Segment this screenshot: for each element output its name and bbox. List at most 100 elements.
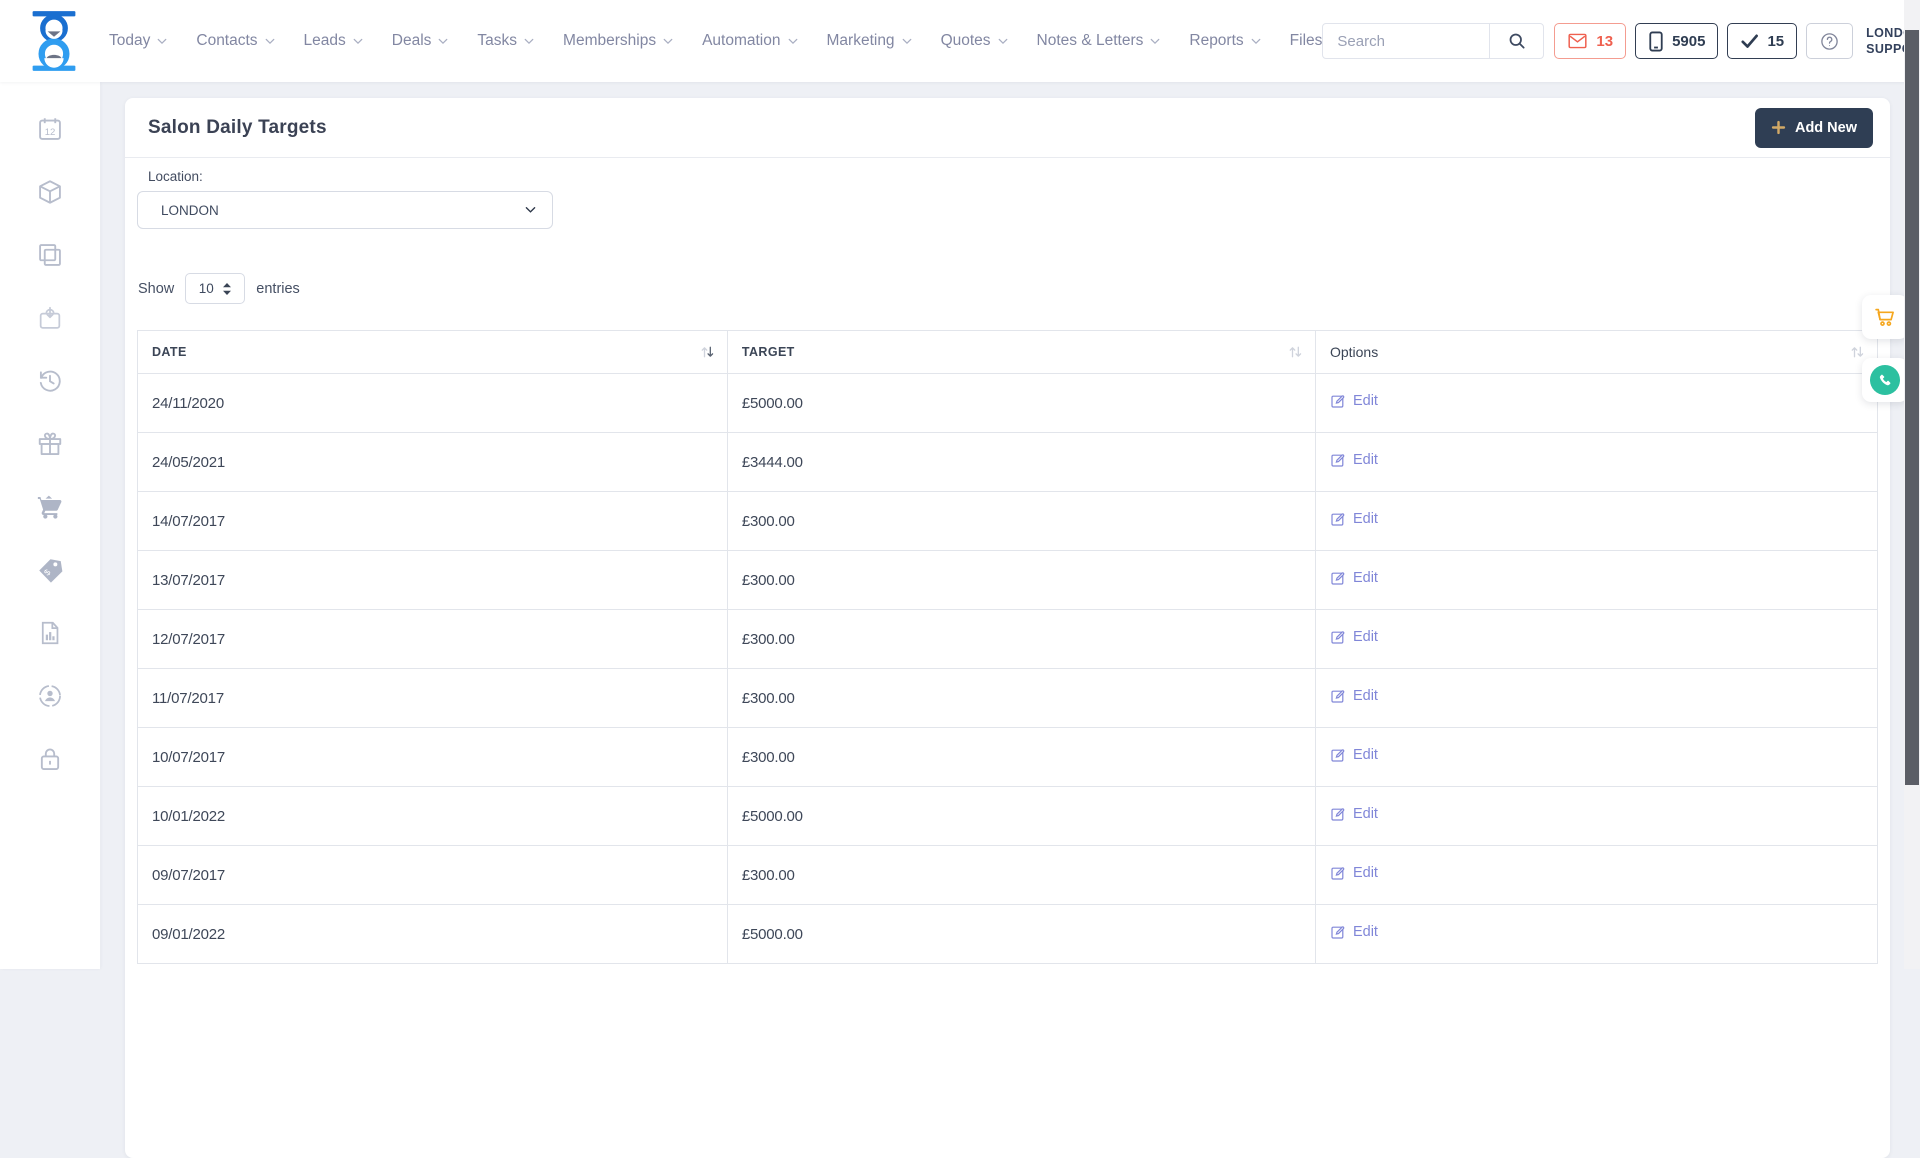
calls-badge[interactable]: 5905 — [1635, 23, 1718, 59]
edit-link[interactable]: Edit — [1330, 924, 1378, 940]
target-cell: £5000.00 — [727, 374, 1315, 433]
edit-icon — [1330, 865, 1346, 881]
column-header-date[interactable]: DATE — [138, 331, 728, 374]
nav-item-quotes[interactable]: Quotes — [941, 32, 1008, 50]
scrollbar-thumb[interactable] — [1905, 30, 1919, 785]
edit-icon — [1330, 924, 1346, 940]
page-size-value: 10 — [199, 281, 214, 296]
chevron-down-icon — [1150, 38, 1160, 45]
mobile-icon — [1648, 31, 1664, 52]
edit-link[interactable]: Edit — [1330, 452, 1378, 468]
edit-icon — [1330, 393, 1346, 409]
table-header-row: DATETARGETOptions — [138, 331, 1878, 374]
sidebar-item-cube[interactable] — [36, 178, 64, 206]
phone-teal-icon — [1877, 372, 1893, 388]
chevron-down-icon — [157, 38, 167, 45]
edit-link[interactable]: Edit — [1330, 393, 1378, 409]
chevron-down-icon — [1251, 38, 1261, 45]
table-row: 11/07/2017 £300.00 Edit — [138, 669, 1878, 728]
question-icon — [1819, 31, 1840, 52]
call-widget[interactable] — [1862, 358, 1908, 402]
target-cell: £3444.00 — [727, 433, 1315, 492]
chevron-down-icon — [525, 206, 536, 214]
column-header-options[interactable]: Options — [1315, 331, 1877, 374]
options-cell: Edit — [1315, 610, 1877, 669]
edit-link[interactable]: Edit — [1330, 747, 1378, 763]
show-label: Show — [138, 281, 174, 297]
updown-stepper-icon — [222, 282, 232, 296]
edit-link[interactable]: Edit — [1330, 511, 1378, 527]
tasks-done-badge[interactable]: 15 — [1727, 23, 1797, 59]
nav-item-files[interactable]: Files — [1290, 32, 1323, 50]
target-cell: £5000.00 — [727, 905, 1315, 964]
nav-item-notes-letters[interactable]: Notes & Letters — [1037, 32, 1161, 50]
date-cell: 11/07/2017 — [138, 669, 728, 728]
edit-link[interactable]: Edit — [1330, 570, 1378, 586]
sidebar-item-lock[interactable] — [36, 745, 64, 773]
add-new-button[interactable]: Add New — [1755, 108, 1873, 148]
sidebar-item-copy[interactable] — [36, 241, 64, 269]
search-button[interactable] — [1489, 24, 1543, 58]
table-row: 14/07/2017 £300.00 Edit — [138, 492, 1878, 551]
sidebar-item-history[interactable] — [36, 367, 64, 395]
target-cell: £300.00 — [727, 492, 1315, 551]
nav-item-deals[interactable]: Deals — [392, 32, 449, 50]
sort-icon — [1288, 345, 1303, 359]
table-row: 24/11/2020 £5000.00 Edit — [138, 374, 1878, 433]
target-cell: £300.00 — [727, 669, 1315, 728]
sidebar-item-calendar[interactable]: 12 — [36, 115, 64, 143]
edit-link[interactable]: Edit — [1330, 806, 1378, 822]
sidebar-item-cart[interactable] — [36, 493, 64, 521]
messages-badge[interactable]: 13 — [1554, 23, 1626, 59]
nav-item-memberships[interactable]: Memberships — [563, 32, 673, 50]
location-select[interactable]: LONDON — [137, 191, 553, 229]
target-cell: £300.00 — [727, 728, 1315, 787]
targets-table: DATETARGETOptions 24/11/2020 £5000.00 Ed… — [137, 330, 1878, 964]
date-cell: 10/01/2022 — [138, 787, 728, 846]
target-cell: £300.00 — [727, 551, 1315, 610]
options-cell: Edit — [1315, 669, 1877, 728]
chevron-down-icon — [524, 38, 534, 45]
edit-link[interactable]: Edit — [1330, 865, 1378, 881]
target-cell: £300.00 — [727, 846, 1315, 905]
target-cell: £5000.00 — [727, 787, 1315, 846]
edit-icon — [1330, 688, 1346, 704]
date-cell: 24/11/2020 — [138, 374, 728, 433]
column-header-target[interactable]: TARGET — [727, 331, 1315, 374]
shop-cart-widget[interactable] — [1862, 295, 1908, 339]
nav-item-tasks[interactable]: Tasks — [477, 32, 534, 50]
table-row: 24/05/2021 £3444.00 Edit — [138, 433, 1878, 492]
entries-label: entries — [256, 281, 300, 297]
sidebar-item-report[interactable] — [36, 619, 64, 647]
sidebar-item-gift[interactable] — [36, 430, 64, 458]
options-cell: Edit — [1315, 374, 1877, 433]
chevron-down-icon — [438, 38, 448, 45]
edit-link[interactable]: Edit — [1330, 688, 1378, 704]
hourglass-logo[interactable] — [25, 10, 83, 72]
sidebar-item-bag-import[interactable] — [36, 304, 64, 332]
help-badge[interactable] — [1806, 23, 1853, 59]
edit-icon — [1330, 806, 1346, 822]
search-input[interactable] — [1323, 33, 1489, 50]
sidebar-item-price-tag[interactable]: $ — [36, 556, 64, 584]
check-icon — [1740, 33, 1759, 49]
location-label: Location: — [148, 169, 1878, 184]
nav-item-contacts[interactable]: Contacts — [196, 32, 274, 50]
edit-link[interactable]: Edit — [1330, 629, 1378, 645]
sidebar-item-account-sync[interactable] — [36, 682, 64, 710]
date-cell: 09/07/2017 — [138, 846, 728, 905]
chevron-down-icon — [353, 38, 363, 45]
page-size-select[interactable]: 10 — [185, 273, 245, 304]
nav-item-leads[interactable]: Leads — [304, 32, 363, 50]
edit-icon — [1330, 452, 1346, 468]
nav-item-today[interactable]: Today — [109, 32, 167, 50]
nav-item-reports[interactable]: Reports — [1189, 32, 1260, 50]
card-header: Salon Daily Targets Add New — [125, 98, 1890, 158]
options-cell: Edit — [1315, 787, 1877, 846]
nav-item-automation[interactable]: Automation — [702, 32, 797, 50]
chevron-down-icon — [663, 38, 673, 45]
chevron-down-icon — [265, 38, 275, 45]
table-row: 09/07/2017 £300.00 Edit — [138, 846, 1878, 905]
nav-item-marketing[interactable]: Marketing — [827, 32, 912, 50]
sidebar: 12 $ — [0, 82, 100, 969]
